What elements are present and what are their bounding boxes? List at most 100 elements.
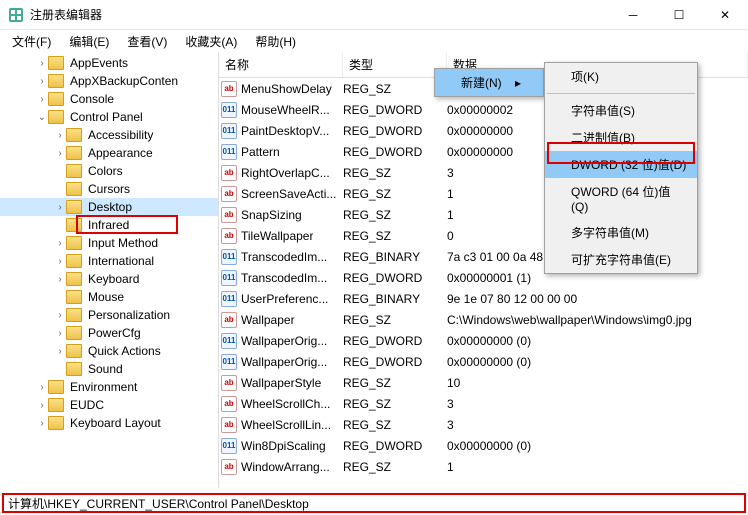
value-row[interactable]: abWallpaperREG_SZC:\Windows\web\wallpape… xyxy=(219,309,748,330)
value-name: WheelScrollCh... xyxy=(241,397,330,411)
registry-tree[interactable]: ›AppEvents›AppXBackupConten›Console⌄Cont… xyxy=(0,52,219,488)
maximize-button[interactable]: ☐ xyxy=(656,0,702,30)
value-row[interactable]: 011WallpaperOrig...REG_DWORD0x00000000 (… xyxy=(219,351,748,372)
value-name: UserPreferenc... xyxy=(241,292,328,306)
expand-icon[interactable]: › xyxy=(54,310,66,321)
value-data: C:\Windows\web\wallpaper\Windows\img0.jp… xyxy=(447,313,748,327)
expand-icon[interactable]: › xyxy=(36,418,48,429)
menu-file[interactable]: 文件(F) xyxy=(4,31,59,52)
menu-item[interactable]: DWORD (32 位)值(D) xyxy=(545,151,697,178)
tree-label: International xyxy=(86,254,156,268)
tree-node[interactable]: Sound xyxy=(0,360,218,378)
expand-icon[interactable]: › xyxy=(54,256,66,267)
menu-item[interactable]: 多字符串值(M) xyxy=(545,219,697,246)
menu-item[interactable]: 可扩充字符串值(E) xyxy=(545,246,697,273)
tree-node[interactable]: ›Accessibility xyxy=(0,126,218,144)
tree-label: Cursors xyxy=(86,182,132,196)
expand-icon[interactable]: › xyxy=(36,400,48,411)
tree-node[interactable]: ›Keyboard Layout xyxy=(0,414,218,432)
value-type: REG_SZ xyxy=(343,460,447,474)
menu-item-new[interactable]: 新建(N) ▸ xyxy=(435,69,543,96)
expand-icon[interactable]: › xyxy=(54,130,66,141)
tree-node[interactable]: › International xyxy=(0,252,218,270)
expand-icon[interactable]: › xyxy=(36,58,48,69)
value-type-icon: ab xyxy=(221,417,237,433)
tree-node[interactable]: ›Personalization xyxy=(0,306,218,324)
menu-item[interactable]: 项(K) xyxy=(545,63,697,90)
folder-icon xyxy=(66,128,82,142)
col-type[interactable]: 类型 xyxy=(343,52,447,77)
expand-icon[interactable]: › xyxy=(36,94,48,105)
folder-icon xyxy=(66,362,82,376)
expand-icon[interactable]: › xyxy=(54,274,66,285)
tree-node[interactable]: ›Input Method xyxy=(0,234,218,252)
tree-node[interactable]: ⌄Control Panel xyxy=(0,108,218,126)
value-row[interactable]: 011UserPreferenc...REG_BINARY9e 1e 07 80… xyxy=(219,288,748,309)
menu-view[interactable]: 查看(V) xyxy=(119,31,175,52)
status-bar: 计算机\HKEY_CURRENT_USER\Control Panel\Desk… xyxy=(2,493,746,513)
tree-node[interactable]: ›Desktop xyxy=(0,198,218,216)
menu-help[interactable]: 帮助(H) xyxy=(247,31,304,52)
minimize-button[interactable]: ─ xyxy=(610,0,656,30)
menu-separator xyxy=(547,93,695,94)
value-data: 3 xyxy=(447,397,748,411)
tree-label: Console xyxy=(68,92,116,106)
expand-icon[interactable]: › xyxy=(36,382,48,393)
value-type-icon: 011 xyxy=(221,354,237,370)
expand-icon[interactable]: › xyxy=(54,238,66,249)
submenu-arrow-icon: ▸ xyxy=(515,76,521,90)
value-type-icon: ab xyxy=(221,312,237,328)
value-name: Win8DpiScaling xyxy=(241,439,326,453)
tree-node[interactable]: › Quick Actions xyxy=(0,342,218,360)
tree-node[interactable]: ›PowerCfg xyxy=(0,324,218,342)
menu-item[interactable]: 字符串值(S) xyxy=(545,97,697,124)
menu-item[interactable]: QWORD (64 位)值(Q) xyxy=(545,178,697,219)
tree-node[interactable]: › AppEvents xyxy=(0,54,218,72)
expand-icon[interactable]: › xyxy=(54,346,66,357)
expand-icon[interactable]: › xyxy=(54,202,66,213)
tree-node[interactable]: Infrared xyxy=(0,216,218,234)
folder-icon xyxy=(48,416,64,430)
value-name: TileWallpaper xyxy=(241,229,313,243)
value-type-icon: 011 xyxy=(221,291,237,307)
col-name[interactable]: 名称 xyxy=(219,52,343,77)
expand-icon[interactable]: › xyxy=(54,148,66,159)
value-type: REG_SZ xyxy=(343,376,447,390)
value-name: WallpaperStyle xyxy=(241,376,321,390)
tree-node[interactable]: Mouse xyxy=(0,288,218,306)
tree-label: AppEvents xyxy=(68,56,130,70)
folder-icon xyxy=(66,200,82,214)
tree-label: Keyboard xyxy=(86,272,141,286)
tree-node[interactable]: Colors xyxy=(0,162,218,180)
expand-icon[interactable]: › xyxy=(36,76,48,87)
tree-node[interactable]: ›Environment xyxy=(0,378,218,396)
menu-favorites[interactable]: 收藏夹(A) xyxy=(177,31,245,52)
tree-node[interactable]: ›Appearance xyxy=(0,144,218,162)
tree-label: Mouse xyxy=(86,290,126,304)
value-type-icon: ab xyxy=(221,207,237,223)
value-row[interactable]: abWindowArrang...REG_SZ1 xyxy=(219,456,748,477)
expand-icon[interactable]: ⌄ xyxy=(36,112,48,123)
folder-icon xyxy=(66,344,82,358)
tree-label: Quick Actions xyxy=(86,344,163,358)
tree-node[interactable]: › Console xyxy=(0,90,218,108)
expand-icon[interactable]: › xyxy=(54,328,66,339)
folder-icon xyxy=(66,290,82,304)
value-row[interactable]: abWheelScrollLin...REG_SZ3 xyxy=(219,414,748,435)
value-row[interactable]: abWheelScrollCh...REG_SZ3 xyxy=(219,393,748,414)
tree-node[interactable]: ›AppXBackupConten xyxy=(0,72,218,90)
folder-icon xyxy=(48,380,64,394)
menu-edit[interactable]: 编辑(E) xyxy=(61,31,117,52)
tree-node[interactable]: › Keyboard xyxy=(0,270,218,288)
value-row[interactable]: abWallpaperStyleREG_SZ10 xyxy=(219,372,748,393)
value-type-icon: ab xyxy=(221,459,237,475)
value-row[interactable]: 011Win8DpiScalingREG_DWORD0x00000000 (0) xyxy=(219,435,748,456)
close-button[interactable]: ✕ xyxy=(702,0,748,30)
value-name: MenuShowDelay xyxy=(241,82,332,96)
tree-node[interactable]: ›EUDC xyxy=(0,396,218,414)
tree-node[interactable]: Cursors xyxy=(0,180,218,198)
value-row[interactable]: 011WallpaperOrig...REG_DWORD0x00000000 (… xyxy=(219,330,748,351)
value-type-icon: ab xyxy=(221,375,237,391)
folder-icon xyxy=(48,110,64,124)
menu-item[interactable]: 二进制值(B) xyxy=(545,124,697,151)
